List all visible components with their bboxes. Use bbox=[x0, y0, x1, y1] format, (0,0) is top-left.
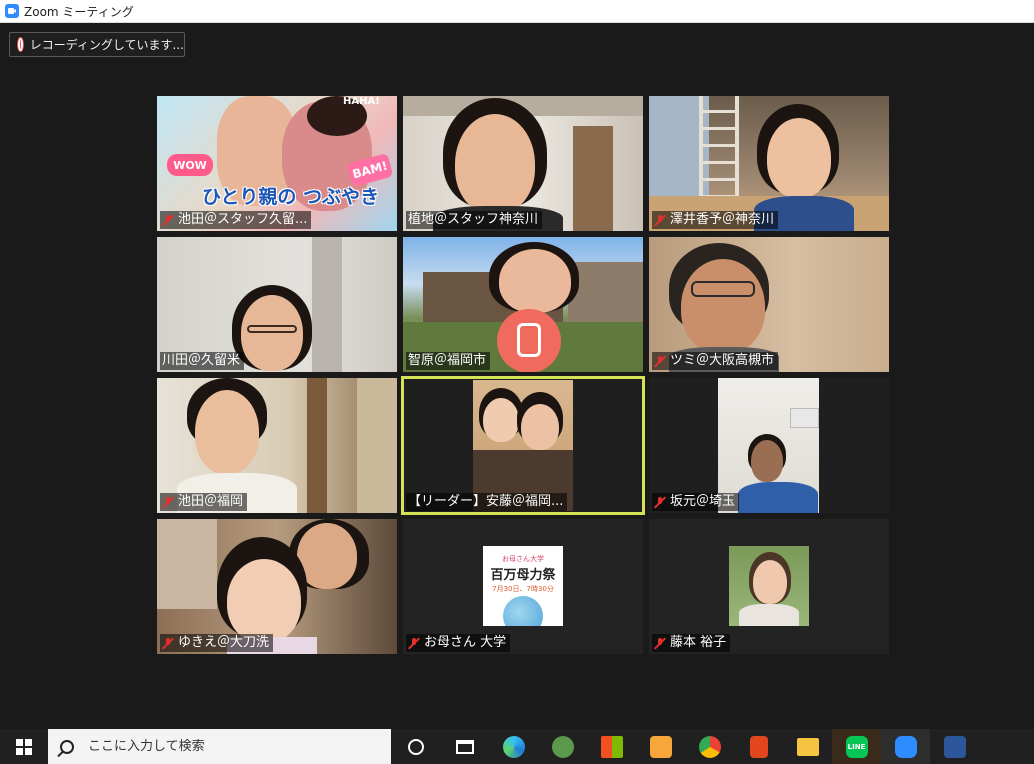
participant-name: お母さん 大学 bbox=[424, 635, 507, 650]
chrome-button[interactable] bbox=[685, 729, 734, 764]
edge-icon bbox=[502, 735, 525, 758]
participant-name: 植地＠スタッフ神奈川 bbox=[408, 212, 539, 227]
mic-muted-icon bbox=[162, 496, 174, 509]
video-tile-11[interactable]: お母さん大学 百万母力祭 7月30日、7時30分 お母さん 大学 bbox=[403, 519, 643, 654]
mic-muted-icon bbox=[654, 496, 666, 509]
participant-video bbox=[473, 380, 573, 511]
video-tile-6[interactable]: ツミ＠大阪高槻市 bbox=[649, 237, 889, 372]
participant-name-tag: 池田＠スタッフ久留... bbox=[160, 211, 312, 229]
participant-name-tag: ツミ＠大阪高槻市 bbox=[652, 352, 779, 370]
task-view-button[interactable] bbox=[440, 729, 489, 764]
line-button[interactable]: LINE bbox=[832, 729, 881, 764]
video-tile-5[interactable]: 智原＠福岡市 bbox=[403, 237, 643, 372]
participant-name: ツミ＠大阪高槻市 bbox=[670, 353, 775, 368]
sticker-word-haha: HAHA! bbox=[343, 96, 380, 107]
sticker-caption: ひとり親の つぶやき bbox=[202, 186, 380, 208]
mic-muted-icon bbox=[408, 637, 420, 650]
start-button[interactable] bbox=[0, 729, 48, 764]
mic-muted-icon bbox=[654, 355, 666, 368]
recording-indicator[interactable]: レコーディングしています... bbox=[9, 32, 185, 57]
poster-date: 7月30日、7時30分 bbox=[492, 585, 554, 593]
media-button[interactable] bbox=[636, 729, 685, 764]
record-icon bbox=[18, 38, 23, 51]
video-tile-8-active-speaker[interactable]: 【リーダー】安藤＠福岡... bbox=[401, 376, 645, 515]
video-tile-4[interactable]: 川田＠久留米 bbox=[157, 237, 397, 372]
video-tile-3[interactable]: 澤井香予＠神奈川 bbox=[649, 96, 889, 231]
profile-picture-photo bbox=[729, 546, 809, 626]
participant-name-tag: 智原＠福岡市 bbox=[406, 352, 491, 370]
word-icon bbox=[943, 735, 966, 758]
word-button[interactable] bbox=[930, 729, 979, 764]
edge-button[interactable] bbox=[489, 729, 538, 764]
zoom-icon bbox=[894, 735, 917, 758]
participant-name-tag: 植地＠スタッフ神奈川 bbox=[406, 211, 543, 229]
line-icon: LINE bbox=[845, 735, 868, 758]
chrome-icon bbox=[698, 735, 721, 758]
participant-name-tag: 池田＠福岡 bbox=[160, 493, 248, 511]
profile-picture-poster: お母さん大学 百万母力祭 7月30日、7時30分 bbox=[483, 546, 563, 626]
video-tile-12[interactable]: 藤本 裕子 bbox=[649, 519, 889, 654]
video-tile-10[interactable]: ゆきえ＠大刀洗 bbox=[157, 519, 397, 654]
window-titlebar: Zoom ミーティング bbox=[0, 0, 1034, 23]
file-explorer-button[interactable] bbox=[783, 729, 832, 764]
store-icon bbox=[600, 735, 623, 758]
windows-logo-icon bbox=[16, 738, 32, 755]
participant-name: 池田＠福岡 bbox=[178, 494, 244, 509]
poster-title: 百万母力祭 bbox=[490, 568, 556, 583]
participant-name-tag: 澤井香予＠神奈川 bbox=[652, 211, 779, 229]
video-tile-9[interactable]: 坂元＠埼玉 bbox=[649, 378, 889, 513]
media-icon bbox=[649, 735, 672, 758]
recording-label: レコーディングしています... bbox=[29, 38, 184, 52]
green-app-icon bbox=[551, 735, 574, 758]
file-explorer-icon bbox=[796, 737, 819, 756]
zoom-app-icon bbox=[5, 4, 19, 18]
cortana-button[interactable] bbox=[391, 729, 440, 764]
taskbar-search-box[interactable] bbox=[48, 729, 391, 764]
window-title: Zoom ミーティング bbox=[24, 4, 134, 19]
store-button[interactable] bbox=[587, 729, 636, 764]
mic-muted-icon bbox=[162, 637, 174, 650]
video-tile-2[interactable]: 植地＠スタッフ神奈川 bbox=[403, 96, 643, 231]
search-icon bbox=[60, 739, 74, 754]
participant-name: 川田＠久留米 bbox=[162, 353, 241, 368]
poster-header: お母さん大学 bbox=[502, 555, 544, 563]
participant-name: 池田＠スタッフ久留... bbox=[178, 212, 308, 227]
participant-name: 智原＠福岡市 bbox=[408, 353, 487, 368]
thumbs-up-icon bbox=[497, 309, 561, 372]
sticker-word-wow: WOW bbox=[167, 154, 213, 176]
mic-muted-icon bbox=[654, 214, 666, 227]
office-icon bbox=[749, 735, 768, 758]
participant-name: ゆきえ＠大刀洗 bbox=[178, 635, 270, 650]
mic-muted-icon bbox=[654, 637, 666, 650]
participant-name: 藤本 裕子 bbox=[670, 635, 727, 650]
cortana-icon bbox=[407, 738, 424, 755]
search-input[interactable] bbox=[88, 739, 368, 754]
participant-name: 【リーダー】安藤＠福岡... bbox=[408, 494, 564, 509]
mic-muted-icon bbox=[162, 214, 174, 227]
participant-name-tag: お母さん 大学 bbox=[406, 634, 511, 652]
meeting-gallery-view: レコーディングしています... WOW HAHA! BAM! ひとり親の つぶや… bbox=[0, 23, 1034, 729]
participant-name: 澤井香予＠神奈川 bbox=[670, 212, 775, 227]
green-app-button[interactable] bbox=[538, 729, 587, 764]
windows-taskbar: LINE bbox=[0, 729, 1034, 764]
participant-name-tag: 川田＠久留米 bbox=[160, 352, 245, 370]
participant-name-tag: 藤本 裕子 bbox=[652, 634, 731, 652]
video-tile-1[interactable]: WOW HAHA! BAM! ひとり親の つぶやき 池田＠スタッフ久留... bbox=[157, 96, 397, 231]
participant-name-tag: 坂元＠埼玉 bbox=[652, 493, 740, 511]
participant-name-tag: 【リーダー】安藤＠福岡... bbox=[406, 493, 568, 511]
office-button[interactable] bbox=[734, 729, 783, 764]
task-view-icon bbox=[455, 739, 474, 754]
zoom-button[interactable] bbox=[881, 729, 930, 764]
participant-name: 坂元＠埼玉 bbox=[670, 494, 736, 509]
video-tile-7[interactable]: 池田＠福岡 bbox=[157, 378, 397, 513]
participant-name-tag: ゆきえ＠大刀洗 bbox=[160, 634, 274, 652]
